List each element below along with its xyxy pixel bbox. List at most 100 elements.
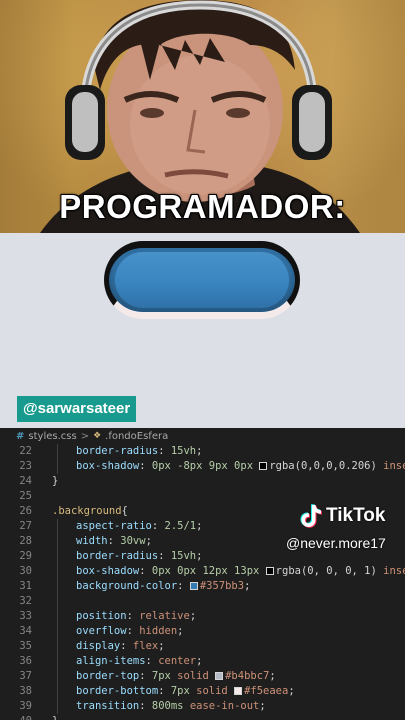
code-line[interactable]: 37 border-top: 7px solid #b4bbc7; xyxy=(0,669,405,684)
video-caption: PROGRAMADOR: xyxy=(59,188,346,225)
code-text[interactable]: width: 30vw; xyxy=(76,534,152,549)
code-line[interactable]: 24} xyxy=(0,474,405,489)
code-line[interactable]: 36 align-items: center; xyxy=(0,654,405,669)
code-token: ; xyxy=(288,685,295,697)
code-text[interactable]: border-top: 7px solid #b4bbc7; xyxy=(76,669,276,684)
code-lines[interactable]: 22 border-radius: 15vh; 23 box-shadow: 0px … xyxy=(0,444,405,720)
code-line[interactable]: 22 border-radius: 15vh; xyxy=(0,444,405,459)
code-token: ease-in-out xyxy=(189,700,260,712)
indent-guide xyxy=(57,699,58,714)
code-token: ; xyxy=(244,580,251,592)
code-text[interactable]: } xyxy=(52,714,58,720)
code-text[interactable]: .background{ xyxy=(52,504,128,519)
line-number: 26 xyxy=(19,505,32,517)
code-token: inset xyxy=(383,565,405,577)
code-token: } xyxy=(52,715,58,720)
code-token: rgba(0, 0, 0, 1) xyxy=(275,565,384,577)
code-token: flex xyxy=(132,640,159,652)
line-number: 34 xyxy=(19,625,32,637)
code-token: 7px xyxy=(151,670,178,682)
code-text[interactable]: display: flex; xyxy=(76,639,165,654)
color-swatch[interactable] xyxy=(234,687,243,695)
code-text[interactable]: } xyxy=(52,474,58,489)
color-swatch[interactable] xyxy=(265,567,274,575)
code-editor[interactable]: # styles.css > ❖ .fondoEsfera 22 border-r… xyxy=(0,428,405,720)
code-token: : xyxy=(107,535,121,547)
code-text[interactable]: aspect-ratio: 2.5/1; xyxy=(76,519,202,534)
indent-guide xyxy=(57,594,58,609)
line-number: 40 xyxy=(0,714,32,720)
code-text[interactable]: transition: 800ms ease-in-out; xyxy=(76,699,266,714)
code-token: 2.5/1 xyxy=(164,520,197,532)
blue-pill-element xyxy=(104,241,300,319)
code-token: border-radius xyxy=(76,550,159,562)
line-number: 25 xyxy=(19,490,32,502)
code-token: transition xyxy=(76,700,140,712)
indent-guide xyxy=(57,564,58,579)
code-line[interactable]: 25 xyxy=(0,489,405,504)
code-token: : xyxy=(151,520,165,532)
code-line[interactable]: 40} xyxy=(0,714,405,720)
code-text[interactable]: align-items: center; xyxy=(76,654,202,669)
breadcrumb-separator: > xyxy=(80,430,90,442)
code-line[interactable]: 34 overflow: hidden; xyxy=(0,624,405,639)
code-line[interactable]: 39 transition: 800ms ease-in-out; xyxy=(0,699,405,714)
code-line[interactable]: 38 border-bottom: 7px solid #f5eaea; xyxy=(0,684,405,699)
code-token: { xyxy=(121,505,128,517)
code-token: 0px -8px 9px 0px xyxy=(151,460,260,472)
code-text[interactable]: border-bottom: 7px solid #f5eaea; xyxy=(76,684,295,699)
code-token: 800ms xyxy=(151,700,190,712)
code-token: ; xyxy=(196,445,203,457)
line-number: 23 xyxy=(19,460,32,472)
breadcrumb[interactable]: # styles.css > ❖ .fondoEsfera xyxy=(0,428,405,444)
code-text[interactable]: overflow: hidden; xyxy=(76,624,184,639)
indent-guide xyxy=(57,609,58,624)
line-number: 39 xyxy=(19,700,32,712)
color-swatch[interactable] xyxy=(189,582,198,590)
code-token: #357bb3 xyxy=(199,580,245,592)
breadcrumb-selector[interactable]: .fondoEsfera xyxy=(105,431,168,442)
color-swatch[interactable] xyxy=(259,462,268,470)
color-swatch[interactable] xyxy=(215,672,224,680)
code-text[interactable]: box-shadow: 0px 0px 12px 13px rgba(0, 0,… xyxy=(76,564,405,579)
code-token: ; xyxy=(259,700,266,712)
code-text[interactable]: background-color: #357bb3; xyxy=(76,579,250,594)
indent-guide xyxy=(57,624,58,639)
breadcrumb-file[interactable]: styles.css xyxy=(28,431,76,442)
code-token: border-top xyxy=(76,670,140,682)
code-token: width xyxy=(76,535,108,547)
code-text[interactable]: position: relative; xyxy=(76,609,196,624)
code-token: } xyxy=(52,475,59,487)
code-text[interactable]: box-shadow: 0px -8px 9px 0px rgba(0,0,0,… xyxy=(76,459,405,474)
code-token: border-radius xyxy=(76,445,159,457)
code-line[interactable]: 23 box-shadow: 0px -8px 9px 0px rgba(0,0,… xyxy=(0,459,405,474)
code-token: ; xyxy=(196,550,203,562)
creator-username-tag: @sarwarsateer xyxy=(17,396,137,422)
code-token: : xyxy=(139,670,152,682)
indent-guide xyxy=(57,684,58,699)
indent-guide xyxy=(57,534,58,549)
code-token: 15vh xyxy=(170,550,197,562)
tiktok-logo-icon xyxy=(300,504,322,528)
tiktok-handle: @never.more17 xyxy=(286,535,386,551)
line-number: 32 xyxy=(19,595,32,607)
code-token: ; xyxy=(189,610,197,622)
indent-guide xyxy=(57,549,58,564)
code-text[interactable]: border-radius: 15vh; xyxy=(76,549,202,564)
code-line[interactable]: 32 xyxy=(0,594,405,609)
code-token: ; xyxy=(196,655,203,667)
code-line[interactable]: 31 background-color: #357bb3; xyxy=(0,579,405,594)
code-token: ; xyxy=(196,520,203,532)
line-number: 35 xyxy=(19,640,32,652)
code-token: border-bottom xyxy=(76,685,159,697)
code-line[interactable]: 35 display: flex; xyxy=(0,639,405,654)
code-line[interactable]: 33 position: relative; xyxy=(0,609,405,624)
code-line[interactable]: 29 border-radius: 15vh; xyxy=(0,549,405,564)
code-token: : xyxy=(158,445,171,457)
code-text[interactable]: border-radius: 15vh; xyxy=(76,444,202,459)
tiktok-watermark: TikTok xyxy=(300,504,385,528)
line-number: 31 xyxy=(19,580,32,592)
code-line[interactable]: 30 box-shadow: 0px 0px 12px 13px rgba(0, … xyxy=(0,564,405,579)
indent-guide xyxy=(57,669,58,684)
css-preview-area: @sarwarsateer xyxy=(0,233,405,428)
